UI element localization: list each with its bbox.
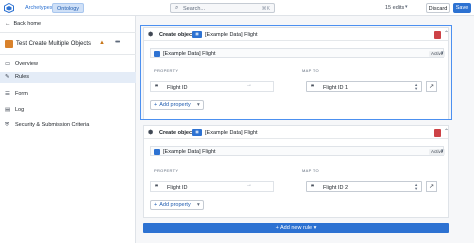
rule-header: ⬢ Create object ▦ [Example Data] Flight …	[144, 28, 449, 41]
arrow-left-icon: ←	[5, 21, 11, 27]
property-name: Flight ID	[167, 84, 188, 91]
delete-icon[interactable]	[434, 30, 441, 39]
create-object-icon: ⬢	[148, 130, 154, 136]
add-property-label: Add property	[159, 102, 191, 108]
open-link-button[interactable]: ↗	[426, 81, 437, 92]
sidebar-item-form[interactable]: ☰ Form	[0, 89, 136, 100]
rules-icon: ✎	[5, 74, 10, 80]
log-icon: ▤	[5, 107, 11, 113]
map-to-value: Flight ID 1	[323, 84, 349, 91]
more-options-icon[interactable]: •••	[115, 39, 120, 46]
string-type-icon: ❞	[155, 84, 159, 91]
sidebar-item-label: Log	[15, 107, 25, 113]
rule-action: Create object	[159, 129, 194, 136]
security-icon: ⛨	[5, 122, 10, 128]
add-property-label: Add property	[159, 202, 191, 208]
object-type-icon	[154, 50, 160, 57]
back-home-link[interactable]: ← Back home	[5, 21, 41, 27]
back-home-label: Back home	[13, 21, 42, 27]
plus-icon: +	[154, 202, 158, 208]
rule-target: [Example Data] Flight	[205, 31, 258, 38]
object-title: Test Create Multiple Objects	[16, 41, 92, 47]
sidebar-item-rules[interactable]: ✎ Rules	[0, 72, 136, 83]
search-input[interactable]: ⌕ Search... ⌘K	[170, 3, 275, 13]
top-bar: Archetypes Ontology ⌕ Search... ⌘K 15 ed…	[0, 0, 474, 16]
object-type-name: [Example Data] Flight	[163, 50, 216, 57]
map-to-select[interactable]: ❞ Flight ID 2 ▴ ▾	[306, 181, 422, 192]
rule-action: Create object	[159, 31, 194, 38]
tab-ontology[interactable]: Ontology	[52, 3, 85, 13]
caret-sort-icon: ▴ ▾	[415, 82, 418, 91]
arrow-right-icon: →	[246, 82, 252, 88]
map-to-value: Flight ID 2	[323, 184, 349, 191]
arrow-up-right-icon: ↗	[428, 84, 435, 90]
chevron-down-icon[interactable]: ▾	[405, 4, 408, 10]
caret-sort-icon: ▴ ▾	[415, 182, 418, 191]
rule-header: ⬢ Create object ▦ [Example Data] Flight …	[144, 126, 449, 139]
chevron-down-icon: ▾	[197, 202, 200, 208]
overview-icon: ▭	[5, 61, 11, 67]
rule-card: ⬢ Create object ▦ [Example Data] Flight …	[143, 125, 449, 218]
map-to-header: MAP TO	[302, 168, 319, 173]
edits-count[interactable]: 15 edits	[385, 5, 404, 11]
arrow-right-icon: →	[246, 182, 252, 188]
chevron-up-icon[interactable]: ⌃	[444, 30, 449, 37]
plus-icon: +	[154, 102, 158, 108]
sidebar-item-label: Rules	[15, 74, 30, 80]
map-to-header: MAP TO	[302, 68, 319, 73]
sidebar-item-label: Form	[15, 91, 28, 97]
chevron-down-icon: ▾	[197, 102, 200, 108]
property-field: ❞ Flight ID	[150, 181, 274, 192]
divider	[0, 54, 136, 55]
object-type-icon	[5, 40, 13, 48]
delete-icon[interactable]	[434, 128, 441, 137]
search-icon: ⌕	[175, 5, 179, 11]
object-type-badge-icon: ▦	[192, 31, 202, 38]
rule-target: [Example Data] Flight	[205, 129, 258, 136]
save-button[interactable]: Save	[453, 3, 471, 13]
chevron-down-icon: ▾	[312, 225, 317, 231]
chevron-down-icon: ▾	[441, 49, 444, 56]
object-type-badge-icon: ▦	[192, 129, 202, 136]
add-new-rule-label: Add new rule	[280, 225, 313, 231]
search-placeholder: Search...	[183, 5, 206, 12]
sidebar-item-label: Overview	[15, 61, 38, 67]
warning-icon[interactable]: ▲	[99, 40, 105, 46]
add-property-button[interactable]: + Add property ▾	[150, 100, 204, 110]
string-type-icon: ❞	[311, 184, 315, 191]
object-type-select[interactable]: [Example Data] Flight Active ▾	[150, 146, 446, 156]
chevron-down-icon: ▾	[441, 147, 444, 154]
rule-card: ⬢ Create object ▦ [Example Data] Flight …	[143, 27, 449, 120]
map-to-select[interactable]: ❞ Flight ID 1 ▴ ▾	[306, 81, 422, 92]
form-icon: ☰	[5, 91, 10, 97]
sidebar: ← Back home Test Create Multiple Objects …	[0, 16, 136, 243]
arrow-up-right-icon: ↗	[428, 184, 435, 190]
string-type-icon: ❞	[155, 184, 159, 191]
sidebar-item-security[interactable]: ⛨ Security & Submission Criteria	[0, 120, 136, 131]
sidebar-item-log[interactable]: ▤ Log	[0, 105, 136, 116]
divider	[0, 32, 136, 33]
string-type-icon: ❞	[311, 84, 315, 91]
property-header: PROPERTY	[154, 68, 179, 73]
property-name: Flight ID	[167, 184, 188, 191]
chevron-up-icon[interactable]: ⌃	[444, 128, 449, 135]
object-type-icon	[154, 148, 160, 155]
open-link-button[interactable]: ↗	[426, 181, 437, 192]
sidebar-item-label: Security & Submission Criteria	[15, 122, 90, 128]
search-shortcut: ⌘K	[261, 5, 270, 12]
create-object-icon: ⬢	[148, 32, 154, 38]
sidebar-item-overview[interactable]: ▭ Overview	[0, 59, 136, 70]
property-field: ❞ Flight ID	[150, 81, 274, 92]
discard-button[interactable]: Discard	[426, 3, 450, 13]
object-type-select[interactable]: [Example Data] Flight Active ▾	[150, 48, 446, 58]
add-property-button[interactable]: + Add property ▾	[150, 200, 204, 210]
object-type-name: [Example Data] Flight	[163, 148, 216, 155]
app-logo[interactable]	[4, 3, 14, 13]
add-new-rule-button[interactable]: + Add new rule ▾	[143, 223, 449, 233]
property-header: PROPERTY	[154, 168, 179, 173]
